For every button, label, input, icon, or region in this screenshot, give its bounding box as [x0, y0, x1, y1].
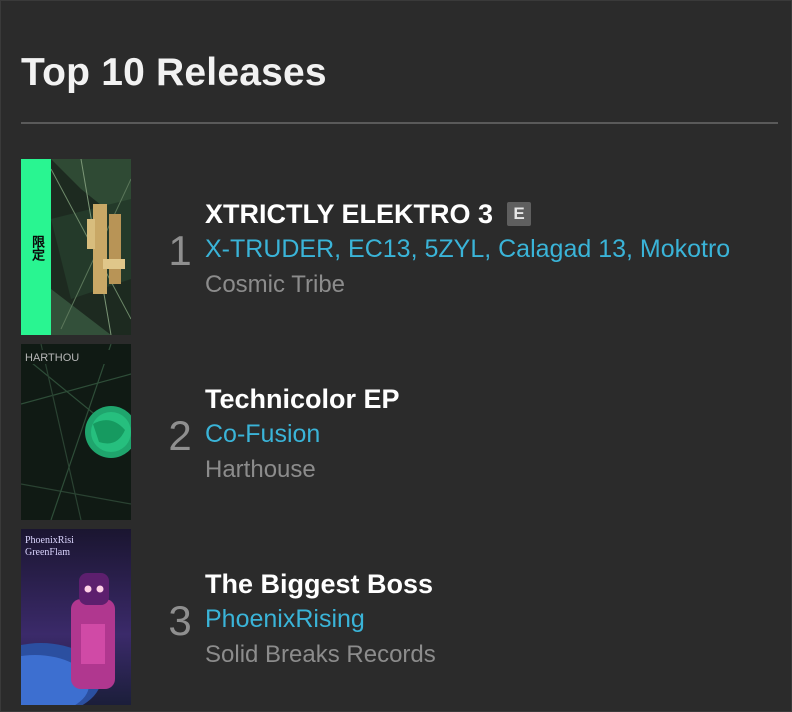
release-label-link[interactable]: Solid Breaks Records [205, 637, 436, 673]
release-artwork-1[interactable]: 限定 [21, 159, 131, 335]
divider [21, 122, 778, 124]
release-title[interactable]: Technicolor EP [205, 384, 400, 415]
rank-number: 1 [168, 227, 192, 274]
rank-number: 3 [168, 597, 192, 644]
release-label-link[interactable]: Harthouse [205, 452, 400, 488]
release-artists-link[interactable]: Co-Fusion [205, 416, 400, 452]
page-title: Top 10 Releases [21, 51, 327, 94]
release-artwork-2[interactable]: HARTHOU [21, 344, 131, 520]
svg-text:HARTHOU: HARTHOU [25, 352, 79, 364]
release-artists-link[interactable]: X-TRUDER, EC13, 5ZYL, Calagad 13, Mokotr… [205, 231, 730, 267]
top-releases-panel: Top 10 Releases 限定 1 XTRICTLY ELEKTRO 3 … [0, 0, 792, 712]
release-title-link[interactable]: XTRICTLY ELEKTRO 3 E [205, 197, 730, 231]
svg-text:GreenFlam: GreenFlam [25, 547, 70, 558]
exclusive-badge: 限定 [21, 159, 51, 335]
svg-text:PhoenixRisi: PhoenixRisi [25, 535, 74, 546]
release-title-link[interactable]: Technicolor EP [205, 382, 400, 416]
release-title-link[interactable]: The Biggest Boss [205, 567, 436, 601]
explicit-badge: E [507, 202, 532, 226]
release-artists-link[interactable]: PhoenixRising [205, 601, 436, 637]
rank-number: 2 [168, 412, 192, 459]
release-row-3: PhoenixRisi GreenFlam 3 The Biggest Boss… [21, 529, 778, 705]
release-title[interactable]: XTRICTLY ELEKTRO 3 [205, 199, 493, 230]
release-artwork-3[interactable]: PhoenixRisi GreenFlam [21, 529, 131, 705]
release-row-2: HARTHOU 2 Technicolor EP Co-Fusion Harth… [21, 344, 778, 520]
release-title[interactable]: The Biggest Boss [205, 569, 433, 600]
release-row-1: 限定 1 XTRICTLY ELEKTRO 3 E X-TRUDER, EC13… [21, 159, 778, 335]
release-label-link[interactable]: Cosmic Tribe [205, 267, 730, 303]
